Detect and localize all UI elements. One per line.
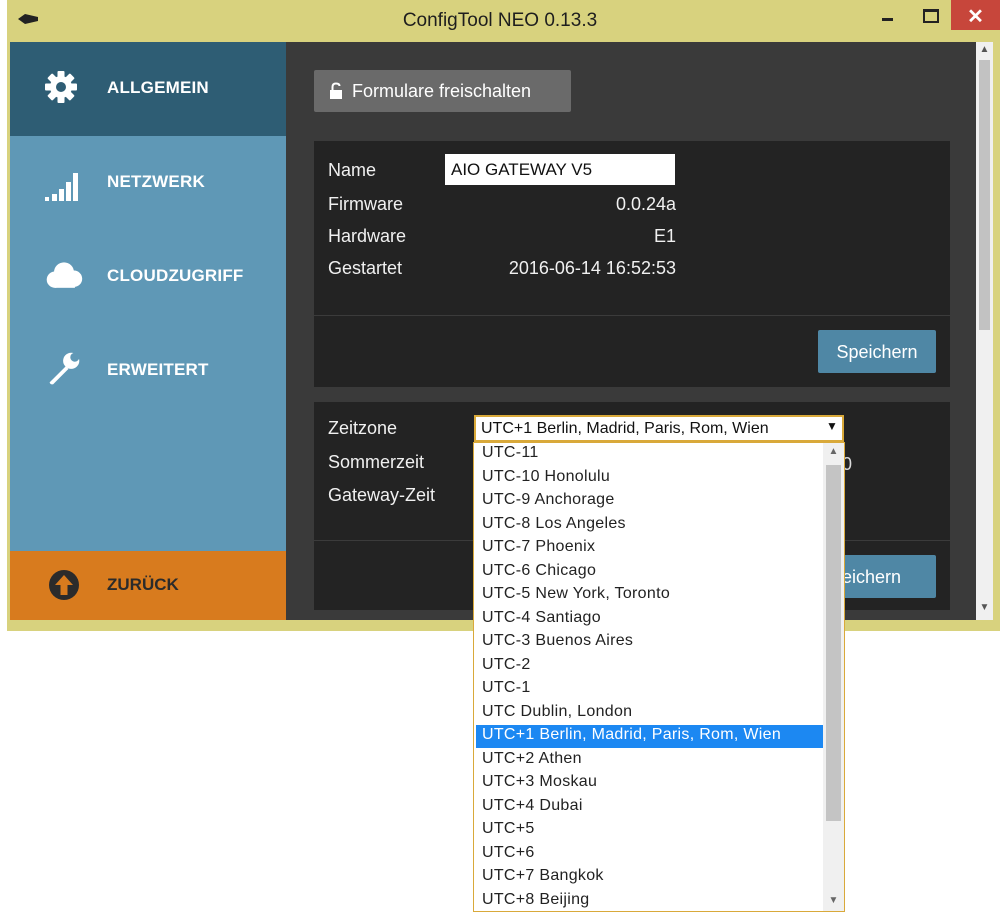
- timezone-selected-value: UTC+1 Berlin, Madrid, Paris, Rom, Wien: [481, 420, 769, 437]
- divider: [314, 315, 950, 316]
- hardware-value: E1: [653, 226, 676, 246]
- timezone-option[interactable]: UTC+3 Moskau: [476, 772, 823, 795]
- timezone-option[interactable]: UTC+2 Athen: [476, 749, 823, 772]
- timezone-select[interactable]: UTC+1 Berlin, Madrid, Paris, Rom, Wien ▼: [474, 415, 844, 442]
- timezone-option-selected[interactable]: UTC+1 Berlin, Madrid, Paris, Rom, Wien: [476, 725, 823, 748]
- save-label: peichern: [832, 567, 902, 587]
- device-info-panel: Name Firmware 0.0.24a Hardware E1 Gestar…: [314, 141, 950, 387]
- back-label: ZURÜCK: [107, 575, 179, 594]
- unlock-forms-label: Formulare freischalten: [352, 81, 532, 101]
- sidebar-item-cloudzugriff[interactable]: CLOUDZUGRIFF: [10, 230, 286, 324]
- sidebar-item-netzwerk[interactable]: NETZWERK: [10, 136, 286, 230]
- started-value: 2016-06-14 16:52:53: [508, 258, 676, 278]
- firmware-value: 0.0.24a: [615, 194, 676, 214]
- close-icon: ✕: [967, 6, 984, 28]
- timezone-option[interactable]: UTC-8 Los Angeles: [476, 514, 823, 537]
- dropdown-scrollbar[interactable]: ▲ ▼: [823, 443, 844, 911]
- timezone-option[interactable]: UTC Dublin, London: [476, 702, 823, 725]
- name-input[interactable]: [445, 154, 675, 185]
- firmware-label: Firmware: [328, 194, 403, 214]
- maximize-icon: [923, 9, 939, 23]
- timezone-option[interactable]: UTC-9 Anchorage: [476, 490, 823, 513]
- wrench-icon: [49, 352, 80, 385]
- scroll-down-icon[interactable]: ▼: [976, 602, 993, 613]
- timezone-option[interactable]: UTC-5 New York, Toronto: [476, 584, 823, 607]
- timezone-option[interactable]: UTC+5: [476, 819, 823, 842]
- timezone-option[interactable]: UTC-11: [476, 443, 823, 466]
- main-scrollbar[interactable]: ▲ ▼: [976, 42, 993, 620]
- timezone-label: Zeitzone: [328, 418, 398, 438]
- close-button[interactable]: ✕: [951, 0, 1000, 30]
- minimize-icon: [882, 18, 893, 21]
- save-label: Speichern: [836, 342, 918, 362]
- hardware-label: Hardware: [328, 226, 407, 246]
- chevron-down-icon: ▼: [826, 419, 838, 433]
- sidebar-item-allgemein[interactable]: ALLGEMEIN: [10, 42, 286, 136]
- scroll-up-icon[interactable]: ▲: [976, 44, 993, 55]
- signal-bars-icon: [45, 173, 78, 201]
- unlock-forms-button[interactable]: Formulare freischalten: [314, 70, 571, 112]
- sidebar-item-label: ERWEITERT: [107, 360, 209, 379]
- sidebar-item-label: CLOUDZUGRIFF: [107, 266, 244, 285]
- timezone-option[interactable]: UTC-2: [476, 655, 823, 678]
- started-label: Gestartet: [328, 258, 403, 278]
- minimize-button[interactable]: [865, 0, 909, 30]
- timezone-dropdown-list[interactable]: UTC-11 UTC-10 Honolulu UTC-9 Anchorage U…: [473, 442, 845, 912]
- timezone-option[interactable]: UTC-3 Buenos Aires: [476, 631, 823, 654]
- timezone-option[interactable]: UTC-1: [476, 678, 823, 701]
- timezone-option[interactable]: UTC-10 Honolulu: [476, 467, 823, 490]
- sidebar-item-label: ALLGEMEIN: [107, 78, 209, 97]
- scroll-up-icon[interactable]: ▲: [823, 446, 844, 457]
- title-bar[interactable]: ConfigTool NEO 0.13.3 ✕: [7, 0, 1000, 42]
- back-button[interactable]: ZURÜCK: [10, 551, 286, 620]
- sidebar-item-erweitert[interactable]: ERWEITERT: [10, 324, 286, 418]
- name-label: Name: [328, 160, 377, 180]
- scrollbar-thumb[interactable]: [979, 60, 990, 330]
- lock-open-icon: [330, 82, 342, 99]
- dst-label: Sommerzeit: [328, 452, 425, 472]
- timezone-option[interactable]: UTC+4 Dubai: [476, 796, 823, 819]
- gateway-time-label: Gateway-Zeit: [328, 485, 436, 505]
- sidebar: ALLGEMEIN NETZWERK CLOUDZUGRIFF ERWEITER…: [10, 42, 286, 620]
- arrow-up-circle-icon: [49, 570, 79, 600]
- gear-icon: [45, 71, 77, 103]
- timezone-option[interactable]: UTC+8 Beijing: [476, 890, 823, 912]
- maximize-button[interactable]: [909, 0, 951, 30]
- timezone-option[interactable]: UTC+6: [476, 843, 823, 866]
- timezone-option[interactable]: UTC-6 Chicago: [476, 561, 823, 584]
- save-button[interactable]: Speichern: [818, 330, 936, 373]
- sidebar-item-label: NETZWERK: [107, 172, 205, 191]
- timezone-option[interactable]: UTC-7 Phoenix: [476, 537, 823, 560]
- window-title: ConfigTool NEO 0.13.3: [402, 10, 598, 31]
- timezone-option[interactable]: UTC+7 Bangkok: [476, 866, 823, 889]
- cloud-icon: [46, 262, 83, 288]
- timezone-option[interactable]: UTC-4 Santiago: [476, 608, 823, 631]
- scroll-down-icon[interactable]: ▼: [823, 895, 844, 906]
- scrollbar-thumb[interactable]: [826, 465, 841, 821]
